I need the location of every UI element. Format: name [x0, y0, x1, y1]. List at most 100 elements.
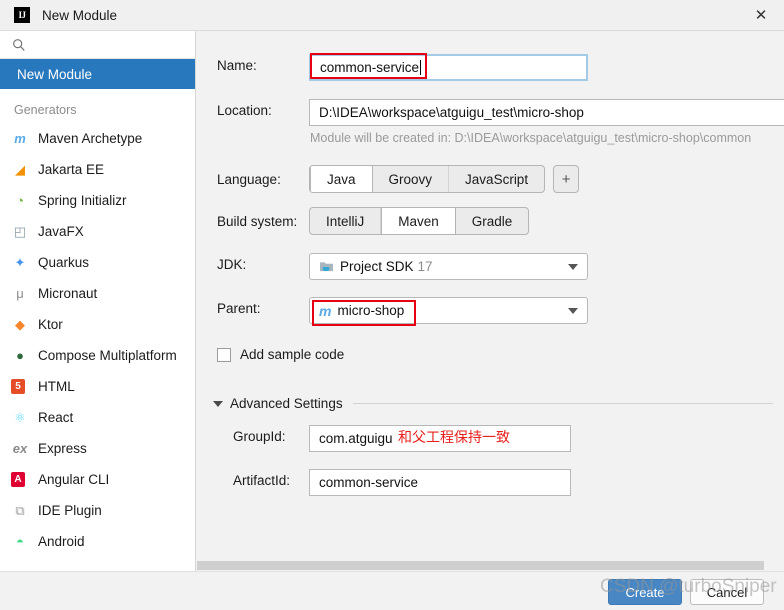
chevron-down-icon	[213, 400, 223, 407]
language-label: Language:	[217, 172, 281, 187]
javafx-icon: ◰	[13, 223, 27, 239]
location-hint: Module will be created in: D:\IDEA\works…	[310, 131, 752, 145]
location-row: Location:	[217, 103, 309, 118]
sidebar-item-label: Micronaut	[38, 286, 98, 301]
name-label: Name:	[217, 58, 257, 73]
add-sample-code-checkbox[interactable]: Add sample code	[217, 347, 344, 362]
sidebar-item-label: React	[38, 410, 74, 425]
intellij-logo-icon: IJ	[14, 7, 30, 23]
sidebar-item-javafx[interactable]: ◰ JavaFX	[0, 216, 195, 247]
create-button[interactable]: Create	[608, 579, 682, 605]
jdk-version: 17	[417, 259, 433, 274]
window-title: New Module	[42, 7, 118, 23]
sidebar-item-label: Angular CLI	[38, 472, 110, 487]
sidebar-item-micronaut[interactable]: μ Micronaut	[0, 278, 195, 309]
angular-icon: A	[11, 472, 25, 487]
sidebar-item-html[interactable]: 5 HTML	[0, 371, 195, 402]
section-divider	[352, 403, 773, 404]
close-icon[interactable]: ✕	[738, 0, 784, 30]
sidebar-item-android[interactable]: ◓ Android	[0, 526, 195, 557]
sidebar-item-label: Express	[38, 441, 87, 456]
maven-module-icon: m	[319, 302, 332, 319]
build-system-option-gradle[interactable]: Gradle	[456, 208, 529, 234]
sidebar-item-label: HTML	[38, 379, 75, 394]
sidebar-item-ktor[interactable]: ◆ Ktor	[0, 309, 195, 340]
group-id-row: GroupId:	[233, 429, 309, 444]
sidebar-item-label: Compose Multiplatform	[38, 348, 177, 363]
parent-row: Parent:	[217, 301, 309, 316]
html5-icon: 5	[11, 379, 25, 394]
name-row: Name:	[217, 58, 309, 73]
build-system-label: Build system:	[217, 214, 298, 229]
search-icon	[13, 38, 25, 51]
group-id-value: com.atguigu	[319, 431, 393, 446]
maven-icon: m	[14, 131, 26, 146]
sidebar-item-new-module[interactable]: New Module	[0, 59, 195, 89]
sidebar-item-react[interactable]: ⚛ React	[0, 402, 195, 433]
add-sample-code-label: Add sample code	[240, 347, 345, 362]
add-language-button[interactable]: +	[553, 165, 580, 193]
language-option-javascript[interactable]: JavaScript	[449, 166, 544, 192]
name-input-value: common-service	[320, 60, 420, 75]
sidebar-item-label: Ktor	[38, 317, 63, 332]
parent-value: micro-shop	[337, 303, 405, 318]
sidebar-item-label: IDE Plugin	[38, 503, 102, 518]
location-input-value: D:\IDEA\workspace\atguigu_test\micro-sho…	[319, 105, 584, 120]
advanced-settings-toggle[interactable]: Advanced Settings	[213, 396, 773, 411]
sidebar-item-label: JavaFX	[38, 224, 84, 239]
spring-icon: ◔	[16, 193, 24, 208]
jdk-folder-icon	[319, 260, 334, 273]
scrollbar-thumb[interactable]	[197, 561, 764, 570]
group-id-note-annotation: 和父工程保持一致	[398, 430, 510, 446]
sidebar-item-compose-multiplatform[interactable]: ● Compose Multiplatform	[0, 340, 195, 371]
build-system-option-maven[interactable]: Maven	[381, 208, 456, 234]
micronaut-icon: μ	[16, 286, 24, 301]
react-icon: ⚛	[14, 409, 26, 425]
dialog-footer: Create Cancel	[0, 571, 784, 610]
ktor-icon: ◆	[15, 316, 25, 332]
build-system-row: Build system:	[217, 214, 309, 229]
generators-list: m Maven Archetype ◢ Jakarta EE ◔ Spring Initi…	[0, 123, 195, 557]
sidebar-item-jakarta-ee[interactable]: ◢ Jakarta EE	[0, 154, 195, 185]
express-icon: ex	[12, 441, 28, 456]
chevron-down-icon	[568, 307, 578, 314]
horizontal-scrollbar[interactable]	[197, 560, 784, 571]
generators-header: Generators	[14, 103, 77, 117]
language-option-groovy[interactable]: Groovy	[373, 166, 450, 192]
cancel-button[interactable]: Cancel	[690, 579, 764, 605]
sidebar-item-maven-archetype[interactable]: m Maven Archetype	[0, 123, 195, 154]
sidebar-item-spring-initializr[interactable]: ◔ Spring Initializr	[0, 185, 195, 216]
parent-dropdown[interactable]: m micro-shop	[309, 297, 588, 324]
language-option-java[interactable]: Java	[310, 166, 373, 192]
language-options: Java Groovy JavaScript	[309, 165, 546, 193]
build-system-options: IntelliJ Maven Gradle	[309, 207, 530, 235]
group-id-label: GroupId:	[233, 429, 286, 444]
name-input[interactable]: common-service	[309, 54, 588, 81]
search-row[interactable]	[0, 31, 195, 59]
build-system-option-intellij[interactable]: IntelliJ	[310, 208, 382, 234]
sidebar-item-quarkus[interactable]: ✦ Quarkus	[0, 247, 195, 278]
sidebar-item-label: Quarkus	[38, 255, 90, 270]
sidebar-item-label: New Module	[17, 66, 93, 82]
jdk-label: JDK:	[217, 257, 247, 272]
sidebar-item-label: Jakarta EE	[38, 162, 105, 177]
location-label: Location:	[217, 103, 272, 118]
checkbox-box	[217, 347, 231, 362]
jdk-dropdown[interactable]: Project SDK 17	[309, 253, 588, 280]
new-module-dialog: IJ New Module ✕ New Module Generators mM…	[0, 0, 784, 610]
text-caret	[420, 60, 422, 75]
ide-plugin-icon: ⧉	[15, 502, 25, 518]
quarkus-icon: ✦	[14, 254, 26, 270]
sidebar-item-angular-cli[interactable]: A Angular CLI	[0, 464, 195, 495]
sidebar-item-express[interactable]: ex Express	[0, 433, 195, 464]
artifact-id-input[interactable]: common-service	[309, 469, 571, 496]
location-input[interactable]: D:\IDEA\workspace\atguigu_test\micro-sho…	[309, 99, 784, 126]
artifact-id-value: common-service	[319, 475, 419, 490]
artifact-id-label: ArtifactId:	[233, 473, 291, 488]
jakarta-ee-icon: ◢	[15, 161, 25, 177]
android-icon: ◓	[16, 534, 24, 549]
artifact-id-row: ArtifactId:	[233, 473, 309, 488]
language-row: Language:	[217, 172, 309, 187]
sidebar-item-ide-plugin[interactable]: ⧉ IDE Plugin	[0, 495, 195, 526]
compose-icon: ●	[16, 348, 24, 363]
